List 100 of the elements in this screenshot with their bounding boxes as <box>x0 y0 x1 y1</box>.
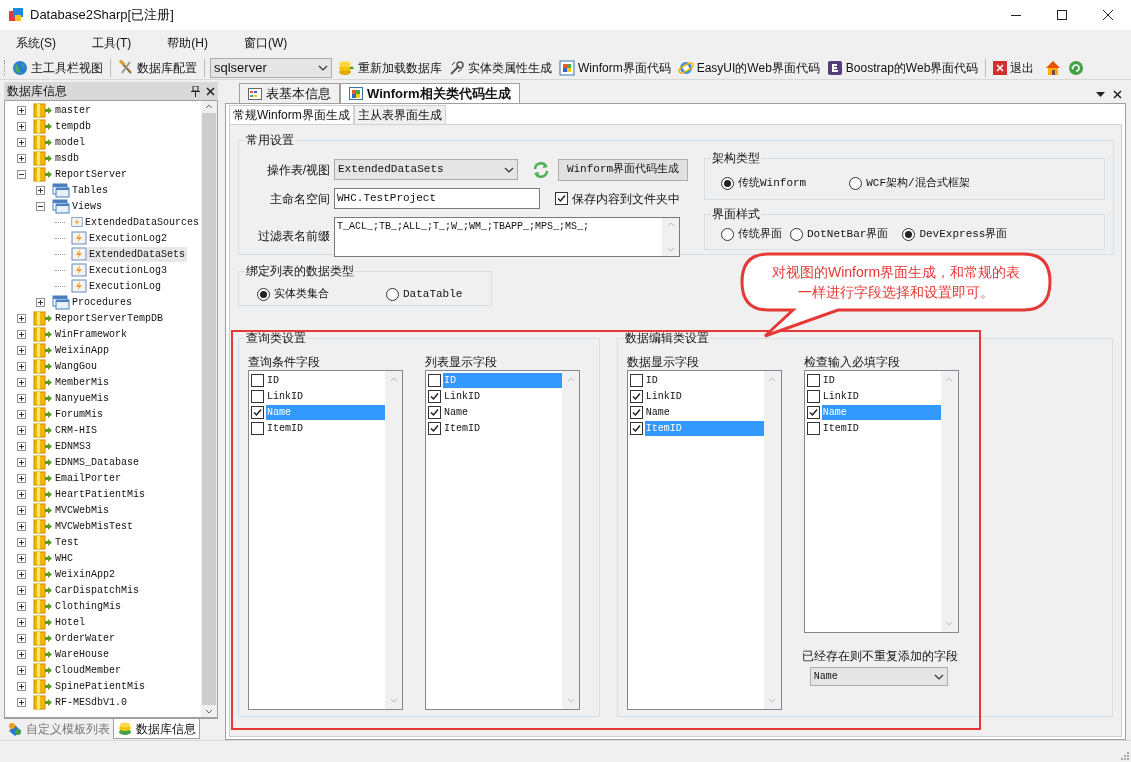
document-tab[interactable]: 表基本信息 <box>239 83 340 103</box>
tree-item[interactable]: tempdb <box>53 118 93 134</box>
expand-icon[interactable] <box>17 681 26 691</box>
toolbar-button[interactable]: 主工具栏视图 <box>10 57 105 78</box>
expand-icon[interactable] <box>17 441 26 451</box>
radio-button[interactable] <box>790 227 803 241</box>
expand-icon[interactable] <box>36 297 45 307</box>
tree-item[interactable]: ReportServerTempDB <box>53 310 166 326</box>
tree-item[interactable]: WHC <box>53 550 75 566</box>
tree-item[interactable]: msdb <box>53 150 81 166</box>
expand-icon[interactable] <box>17 617 26 627</box>
checkbox[interactable] <box>428 389 441 403</box>
close-icon[interactable] <box>1113 90 1122 99</box>
tree-item[interactable]: WeixinApp2 <box>53 566 117 582</box>
expand-icon[interactable] <box>17 633 26 643</box>
resize-grip-icon[interactable] <box>1119 750 1129 760</box>
expand-icon[interactable] <box>17 313 26 323</box>
toolbar-button[interactable]: 重新加载数据库 <box>335 57 444 78</box>
database-type-dropdown[interactable]: sqlserver <box>210 57 332 78</box>
document-tab[interactable]: Winform相关类代码生成 <box>340 83 520 103</box>
tree-item[interactable]: ClothingMis <box>53 598 123 614</box>
list-item[interactable]: Name <box>644 404 764 420</box>
tree-item[interactable]: Tables <box>70 182 110 198</box>
circle-arrow-icon[interactable] <box>1068 59 1085 76</box>
checkbox[interactable] <box>629 421 643 435</box>
menu-item[interactable]: 窗口(W) <box>236 34 296 52</box>
expand-icon[interactable] <box>17 505 26 515</box>
checkbox[interactable] <box>629 373 643 387</box>
tree-item[interactable]: ExtendedDataSources <box>82 214 201 230</box>
checkbox[interactable] <box>251 405 264 419</box>
expand-icon[interactable] <box>17 345 26 355</box>
checkbox[interactable] <box>428 373 441 387</box>
tree-item[interactable]: Views <box>70 198 104 214</box>
checkbox[interactable] <box>806 373 820 387</box>
list-item[interactable]: ItemID <box>443 420 562 436</box>
checkbox[interactable] <box>428 421 441 435</box>
tree-item[interactable]: WareHouse <box>53 646 111 662</box>
checkbox[interactable] <box>555 192 568 205</box>
pin-icon[interactable] <box>191 85 200 97</box>
expand-icon[interactable] <box>17 697 26 707</box>
checkbox[interactable] <box>251 389 264 403</box>
expand-icon[interactable] <box>17 649 26 659</box>
tree-item[interactable]: CarDispatchMis <box>53 582 141 598</box>
tree-item[interactable]: MemberMis <box>53 374 111 390</box>
tree-item[interactable]: NanyueMis <box>53 390 111 406</box>
collapse-icon[interactable] <box>36 201 45 211</box>
checkbox[interactable] <box>629 405 643 419</box>
list-item[interactable]: Name <box>443 404 562 420</box>
menu-item[interactable]: 工具(T) <box>84 34 140 52</box>
tree-item[interactable]: ExtendedDataSets <box>87 246 187 262</box>
expand-icon[interactable] <box>17 569 26 579</box>
list-item[interactable]: LinkID <box>266 388 385 404</box>
collapse-icon[interactable] <box>17 169 26 179</box>
dropdown-arrow-icon[interactable] <box>1096 92 1105 97</box>
expand-icon[interactable] <box>17 137 26 147</box>
expand-icon[interactable] <box>36 185 45 195</box>
tree-item[interactable]: EDNMS3 <box>53 438 93 454</box>
tree-item[interactable]: SpinePatientMis <box>53 678 147 694</box>
list-item[interactable]: ID <box>644 372 764 388</box>
panel-tab[interactable]: 数据库信息 <box>113 719 200 739</box>
scrollbar[interactable] <box>201 101 217 717</box>
table-dropdown[interactable]: ExtendedDataSets <box>334 159 518 180</box>
tree-item[interactable]: ExecutionLog2 <box>87 230 169 246</box>
tree-item[interactable]: CloudMember <box>53 662 123 678</box>
list-item[interactable]: ID <box>266 372 385 388</box>
expand-icon[interactable] <box>17 457 26 467</box>
tree-item[interactable]: ReportServer <box>53 166 129 182</box>
radio-button[interactable] <box>386 287 399 301</box>
toolbar-button[interactable]: EasyUI的Web界面代码 <box>675 57 822 78</box>
radio-button[interactable] <box>257 287 270 301</box>
sub-tab[interactable]: 主从表界面生成 <box>353 105 446 124</box>
toolbar-button[interactable]: 退出 <box>991 57 1037 78</box>
expand-icon[interactable] <box>17 105 26 115</box>
tree-item[interactable]: ExecutionLog <box>87 278 163 294</box>
expand-icon[interactable] <box>17 585 26 595</box>
expand-icon[interactable] <box>17 601 26 611</box>
home-icon[interactable] <box>1045 59 1062 76</box>
expand-icon[interactable] <box>17 665 26 675</box>
tree-item[interactable]: ForumMis <box>53 406 105 422</box>
checkbox[interactable] <box>629 389 643 403</box>
generate-button[interactable]: Winform界面代码生成 <box>558 158 688 181</box>
expand-icon[interactable] <box>17 361 26 371</box>
list-item[interactable]: ItemID <box>266 420 385 436</box>
tree-item[interactable]: ExecutionLog3 <box>87 262 169 278</box>
dedupe-field-dropdown[interactable]: Name <box>809 667 948 686</box>
expand-icon[interactable] <box>17 393 26 403</box>
tree-item[interactable]: model <box>53 134 87 150</box>
expand-icon[interactable] <box>17 537 26 547</box>
tree-item[interactable]: Procedures <box>70 294 134 310</box>
scroll-down-icon[interactable] <box>205 709 213 715</box>
tree-item[interactable]: Hotel <box>53 614 87 630</box>
scroll-up-icon[interactable] <box>205 103 213 109</box>
tree-item[interactable]: MVCWebMis <box>53 502 111 518</box>
tree-item[interactable]: HeartPatientMis <box>53 486 147 502</box>
tree-item[interactable]: RF-MESdbV1.0 <box>53 694 129 710</box>
radio-button[interactable] <box>721 227 734 241</box>
expand-icon[interactable] <box>17 121 26 131</box>
tree-item[interactable]: EmailPorter <box>53 470 123 486</box>
tree-item[interactable]: MVCWebMisTest <box>53 518 135 534</box>
expand-icon[interactable] <box>17 489 26 499</box>
